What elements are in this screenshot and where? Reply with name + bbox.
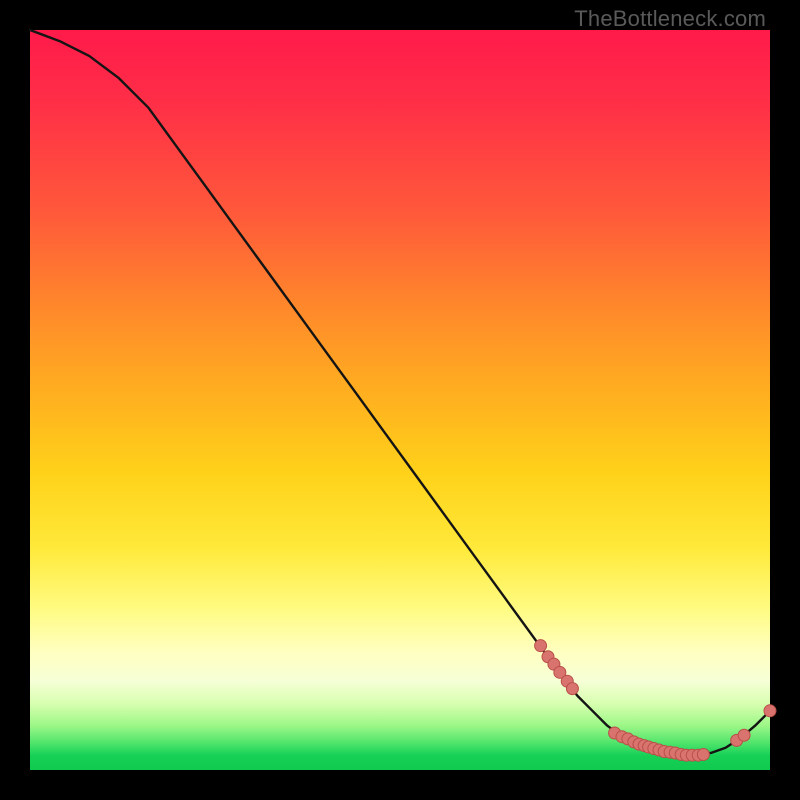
data-marker [738,729,750,741]
data-marker [764,705,776,717]
watermark-text: TheBottleneck.com [574,6,766,32]
plot-area [30,30,770,770]
marker-layer [535,640,776,762]
data-marker [697,748,709,760]
curve-svg [30,30,770,770]
bottleneck-curve [30,30,770,755]
data-marker [566,683,578,695]
data-marker [535,640,547,652]
chart-frame: TheBottleneck.com [0,0,800,800]
